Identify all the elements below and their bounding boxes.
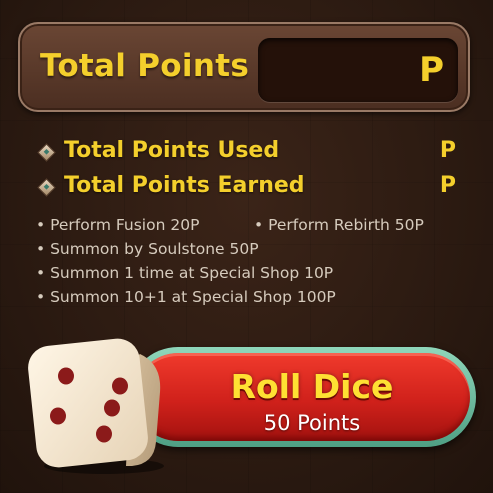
stat-unit-earned: P (439, 173, 456, 198)
rule-special-shop-10: • Summon 10+1 at Special Shop 100P (36, 288, 336, 306)
rule-line: • Summon 1 time at Special Shop 10P (36, 262, 476, 286)
stat-row-used: Total Points Used P (37, 138, 460, 166)
points-rules-list: • Perform Fusion 20P • Perform Rebirth 5… (36, 214, 476, 310)
roll-dice-button-face[interactable]: Roll Dice 50 Points (134, 353, 470, 441)
rule-line: • Summon by Soulstone 50P (36, 238, 476, 262)
rule-special-shop-1: • Summon 1 time at Special Shop 10P (36, 264, 334, 282)
roll-dice-label: Roll Dice (230, 367, 394, 406)
diamond-bullet-icon (37, 178, 56, 197)
roll-dice-cost: 50 Points (263, 411, 361, 435)
stat-label-used: Total Points Used (64, 138, 280, 163)
total-points-display: P (258, 38, 458, 102)
total-points-title: Total Points (40, 48, 250, 84)
rule-soulstone: • Summon by Soulstone 50P (36, 240, 259, 258)
rule-fusion: • Perform Fusion 20P (36, 216, 200, 234)
rule-rebirth: • Perform Rebirth 50P (254, 216, 424, 234)
stat-label-earned: Total Points Earned (64, 173, 305, 198)
rule-line: • Perform Fusion 20P • Perform Rebirth 5… (36, 214, 476, 238)
dice-five-icon[interactable] (22, 326, 172, 476)
total-points-unit: P (419, 50, 444, 90)
total-points-panel: Total Points P (18, 22, 470, 112)
roll-dice-button[interactable]: Roll Dice 50 Points (128, 347, 476, 447)
stat-unit-used: P (439, 138, 456, 163)
rule-line: • Summon 10+1 at Special Shop 100P (36, 286, 476, 310)
stat-row-earned: Total Points Earned P (37, 173, 460, 201)
diamond-bullet-icon (37, 143, 56, 162)
